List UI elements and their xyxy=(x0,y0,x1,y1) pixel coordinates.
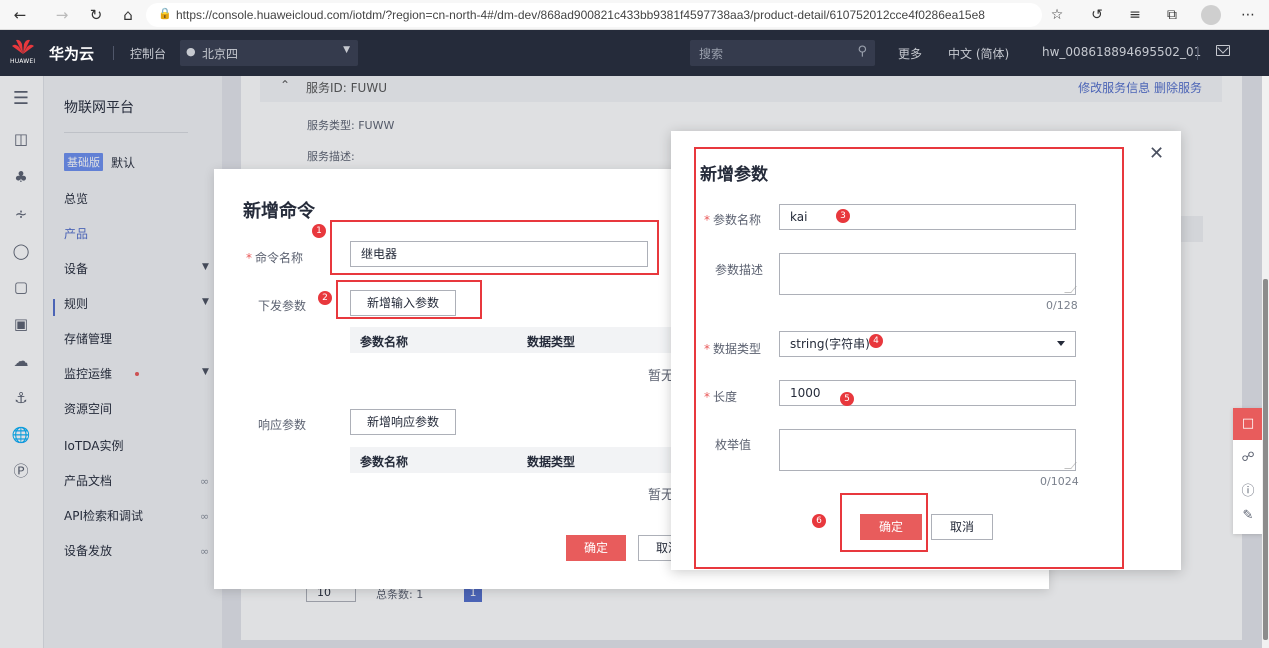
response-params-label: 响应参数 xyxy=(258,418,307,432)
collections-icon[interactable]: ⧉ xyxy=(1160,3,1184,27)
help-icon[interactable]: ⓘ xyxy=(1233,480,1263,499)
annotation-number-2: 2 xyxy=(318,291,332,305)
downlink-params-label: 下发参数 xyxy=(258,299,307,313)
downlink-table-header: 参数名称 数据类型 xyxy=(350,327,672,353)
search-icon[interactable]: ⚲ xyxy=(857,44,867,59)
command-confirm-button[interactable]: 确定 xyxy=(566,535,626,561)
chat-icon[interactable]: □ xyxy=(1233,408,1263,440)
console-link[interactable]: 控制台 xyxy=(130,45,166,62)
account-name[interactable]: hw_008618894695502_01 xyxy=(1042,45,1201,59)
annotation-number-4: 4 xyxy=(869,334,883,348)
command-name-label: * 命令名称 xyxy=(246,249,303,266)
column-data-type: 数据类型 xyxy=(527,335,576,349)
dialog-title: 新增命令 xyxy=(243,201,315,222)
annotation-number-5: 5 xyxy=(840,392,854,406)
lock-icon: 🔒 xyxy=(158,7,172,20)
search-placeholder: 搜索 xyxy=(699,47,724,61)
required-mark: * xyxy=(246,251,252,265)
column-param-name: 参数名称 xyxy=(360,335,409,349)
column-data-type: 数据类型 xyxy=(527,455,576,469)
brand-name[interactable]: 华为云 xyxy=(49,43,94,64)
region-select[interactable]: ● 北京四 ▼ xyxy=(180,40,358,66)
browser-toolbar: ← → ↻ ⌂ 🔒 https://console.huaweicloud.co… xyxy=(0,0,1269,30)
annotation-number-6: 6 xyxy=(812,514,826,528)
huawei-logo-icon xyxy=(12,39,34,54)
app-header: HUAWEI 华为云 控制台 ● 北京四 ▼ 搜索 ⚲ 更多 中文 (简体) h… xyxy=(0,30,1269,76)
annotation-box-command-name xyxy=(330,220,659,275)
language-switch[interactable]: 中文 (简体) xyxy=(948,45,1009,62)
reload-icon[interactable]: ↻ xyxy=(84,3,108,27)
annotation-box-confirm xyxy=(840,493,928,552)
headset-icon[interactable]: ☍ xyxy=(1233,450,1263,465)
feedback-icon[interactable]: ✎ xyxy=(1233,508,1263,523)
logo-text: HUAWEI xyxy=(10,58,36,65)
header-divider xyxy=(113,46,114,60)
column-param-name: 参数名称 xyxy=(360,455,409,469)
floating-toolbar: □ ☍ ⓘ ✎ xyxy=(1233,408,1263,534)
annotation-box-add-input xyxy=(336,280,482,319)
mail-icon[interactable] xyxy=(1216,45,1230,56)
url-text: https://console.huaweicloud.com/iotdm/?r… xyxy=(176,8,985,22)
address-bar[interactable]: 🔒 https://console.huaweicloud.com/iotdm/… xyxy=(146,3,1042,27)
profile-avatar[interactable] xyxy=(1201,5,1221,25)
favorites-list-icon[interactable]: ≡ xyxy=(1123,3,1147,27)
header-divider xyxy=(1197,46,1198,60)
add-response-param-button[interactable]: 新增响应参数 xyxy=(350,409,456,435)
forward-icon[interactable]: → xyxy=(50,3,74,27)
search-input[interactable]: 搜索 ⚲ xyxy=(690,40,875,66)
close-icon[interactable]: ✕ xyxy=(1149,145,1164,163)
command-name-label-text: 命令名称 xyxy=(255,251,304,265)
more-link[interactable]: 更多 xyxy=(898,45,922,62)
region-label: 北京四 xyxy=(202,47,239,61)
scroll-thumb[interactable] xyxy=(1263,279,1268,640)
favorite-star-icon[interactable]: ☆ xyxy=(1045,3,1069,27)
annotation-number-1: 1 xyxy=(312,224,326,238)
home-icon[interactable]: ⌂ xyxy=(116,3,140,27)
chevron-down-icon: ▼ xyxy=(343,45,350,55)
more-menu-icon[interactable]: ⋯ xyxy=(1236,3,1260,27)
back-icon[interactable]: ← xyxy=(8,3,32,27)
location-pin-icon: ● xyxy=(186,45,196,58)
extension-icon[interactable]: ↺ xyxy=(1085,3,1109,27)
annotation-number-3: 3 xyxy=(836,209,850,223)
response-table-header: 参数名称 数据类型 xyxy=(350,447,672,473)
